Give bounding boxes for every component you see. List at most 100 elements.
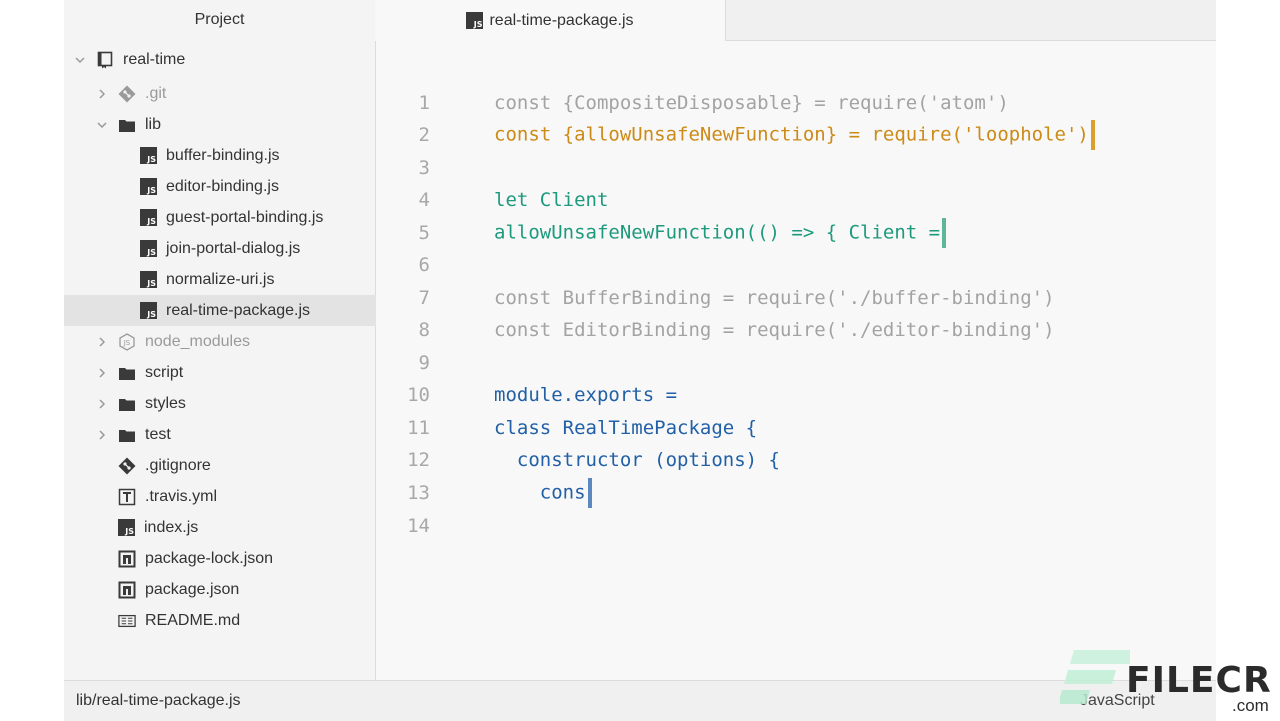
watermark: FILECR .com [1060, 646, 1271, 716]
code-text: const EditorBinding = require('./editor-… [494, 319, 1055, 341]
tree-item-label: node_modules [145, 332, 250, 350]
code-line[interactable]: 4 let Client [376, 184, 1216, 216]
markdown-icon [118, 612, 136, 630]
folder-icon [118, 116, 136, 134]
code-text-container: const {allowUnsafeNewFunction} = require… [494, 120, 1095, 150]
code-text: const {allowUnsafeNewFunction} = require… [494, 123, 1089, 146]
line-number: 5 [418, 222, 430, 244]
repo-icon [96, 51, 114, 69]
tree-item-package-lock[interactable]: package-lock.json [64, 543, 429, 574]
chevron-right-icon[interactable] [96, 429, 108, 441]
tree-item-node-modules[interactable]: JS node_modules [64, 326, 407, 357]
tree-item-label: package-lock.json [145, 549, 274, 567]
code-line[interactable]: 7 const BufferBinding = require('./buffe… [376, 282, 1216, 314]
tab-bar: JS real-time-package.js [375, 0, 1216, 41]
chevron-right-icon[interactable] [96, 398, 108, 410]
tree-item-lib[interactable]: lib [64, 109, 407, 140]
tab-label: real-time-package.js [489, 11, 634, 29]
npm-icon [118, 550, 136, 568]
collaborator-cursor [1090, 120, 1095, 150]
js-file-icon: JS [140, 271, 157, 288]
watermark-brand: FILECR [1126, 660, 1272, 701]
right-margin [1216, 0, 1280, 720]
project-panel-title: Project [194, 11, 245, 28]
code-text: module.exports = [494, 384, 678, 406]
tab-real-time-package[interactable]: JS real-time-package.js [375, 0, 726, 41]
code-text-container: cons [494, 478, 592, 508]
code-line[interactable]: 3 [376, 152, 1216, 184]
tree-item-real-time[interactable]: real-time [64, 44, 385, 75]
code-line[interactable]: 13 cons [376, 477, 1216, 509]
code-text: cons [494, 481, 586, 504]
folder-icon [118, 395, 136, 413]
code-line[interactable]: 14 [376, 510, 1216, 542]
code-line[interactable]: 2 const {allowUnsafeNewFunction} = requi… [376, 119, 1216, 151]
code-line[interactable]: 8 const EditorBinding = require('./edito… [376, 314, 1216, 346]
code-line[interactable]: 9 [376, 347, 1216, 379]
tree-item-label: guest-portal-binding.js [166, 208, 324, 226]
line-number: 3 [418, 157, 430, 179]
filecr-logo-icon [1060, 650, 1130, 704]
status-bar: lib/real-time-package.js JavaScript [64, 680, 1216, 721]
tree-item-label: README.md [145, 611, 241, 629]
code-text: class RealTimePackage { [494, 417, 758, 439]
chevron-down-icon[interactable] [74, 54, 86, 66]
tree-item-label: join-portal-dialog.js [166, 239, 301, 257]
tree-item-label: normalize-uri.js [166, 270, 275, 288]
code-text: allowUnsafeNewFunction(() => { Client = [494, 221, 941, 244]
tree-item-label: .gitignore [145, 456, 211, 474]
js-file-icon: JS [140, 209, 157, 226]
line-number: 14 [407, 515, 430, 537]
folder-icon [118, 364, 136, 382]
tree-item-styles[interactable]: styles [64, 388, 407, 419]
js-file-icon: JS [140, 240, 157, 257]
chevron-right-icon[interactable] [96, 336, 108, 348]
chevron-right-icon[interactable] [96, 88, 108, 100]
tree-item-test[interactable]: test [64, 419, 407, 450]
npm-icon [118, 581, 136, 599]
line-number: 4 [418, 189, 430, 211]
code-editor[interactable]: 1 const {CompositeDisposable} = require(… [376, 41, 1216, 680]
git-icon [118, 85, 136, 103]
tree-item-label: script [145, 363, 184, 381]
js-file-icon: JS [140, 302, 157, 319]
line-number: 9 [418, 352, 430, 374]
tree-item-label: .travis.yml [145, 487, 217, 505]
code-line[interactable]: 10 module.exports = [376, 379, 1216, 411]
code-text: const {CompositeDisposable} = require('a… [494, 92, 1009, 114]
js-file-icon: JS [140, 147, 157, 164]
left-margin [0, 0, 64, 720]
tree-item-git[interactable]: .git [64, 78, 407, 109]
js-file-icon: JS [118, 519, 135, 536]
js-file-icon: JS [140, 178, 157, 195]
tree-item-label: package.json [145, 580, 240, 598]
folder-icon [118, 426, 136, 444]
code-text: const BufferBinding = require('./buffer-… [494, 287, 1055, 309]
yaml-icon [118, 488, 136, 506]
tree-item-label: real-time-package.js [166, 301, 311, 319]
node-icon: JS [118, 332, 136, 351]
watermark-domain: .com [1232, 696, 1269, 715]
chevron-right-icon[interactable] [96, 367, 108, 379]
tree-item-label: styles [145, 394, 186, 412]
tree-item-package-json[interactable]: package.json [64, 574, 429, 605]
text-cursor [587, 478, 592, 508]
code-line[interactable]: 11 class RealTimePackage { [376, 412, 1216, 444]
tree-item-label: real-time [123, 50, 186, 68]
code-line[interactable]: 6 [376, 249, 1216, 281]
code-line[interactable]: 1 const {CompositeDisposable} = require(… [376, 87, 1216, 119]
chevron-down-icon[interactable] [96, 119, 108, 131]
code-line[interactable]: 5 allowUnsafeNewFunction(() => { Client … [376, 217, 1216, 249]
project-tree-panel: Project real-time .git lib JS buffer-bin… [64, 0, 451, 680]
line-number: 7 [418, 287, 430, 309]
status-file-path[interactable]: lib/real-time-package.js [76, 692, 241, 710]
tree-item-script[interactable]: script [64, 357, 407, 388]
svg-text:JS: JS [123, 339, 131, 347]
line-number: 6 [418, 254, 430, 276]
line-number: 2 [418, 124, 430, 146]
code-line[interactable]: 12 constructor (options) { [376, 444, 1216, 476]
tree-item-readme[interactable]: README.md [64, 605, 429, 636]
tree-item-label: index.js [144, 518, 199, 536]
line-number: 1 [418, 92, 430, 114]
code-text-container: allowUnsafeNewFunction(() => { Client = [494, 218, 947, 248]
